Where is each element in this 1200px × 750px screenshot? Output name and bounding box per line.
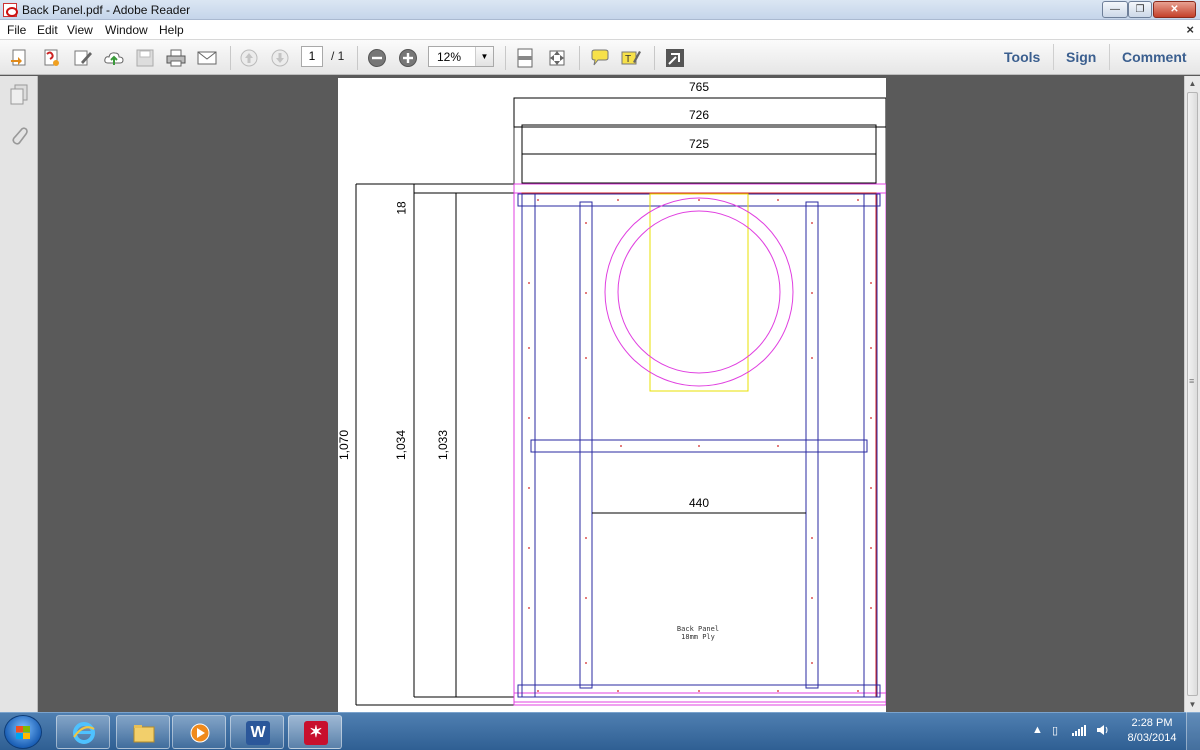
battery-icon[interactable]: ▯: [1052, 724, 1058, 737]
zoom-select[interactable]: 12% ▼: [428, 46, 494, 67]
speaker-guide: [649, 193, 749, 392]
dimension-1034-label: 1,034: [394, 429, 409, 461]
tools-pane-button[interactable]: Tools: [1004, 49, 1040, 65]
clock-time: 2:28 PM: [1131, 717, 1173, 729]
fit-page-icon[interactable]: [514, 47, 536, 69]
left-batten: [579, 201, 593, 689]
drawing-note: Back Panel 18mm Ply: [656, 625, 740, 641]
vertical-scrollbar[interactable]: ▲ ≡ ▼: [1184, 76, 1200, 712]
network-icon[interactable]: [1072, 724, 1086, 739]
dimension-725-box: [521, 153, 877, 184]
maximize-button[interactable]: ❐: [1128, 1, 1152, 18]
drawing-canvas: [355, 97, 886, 706]
taskbar: W ✶: [0, 712, 1200, 750]
dimension-1033-label: 1,033: [436, 429, 451, 461]
note-material: 18mm Ply: [681, 633, 715, 641]
close-button[interactable]: ✕: [1153, 1, 1196, 18]
toolbar-separator: [1053, 44, 1054, 70]
panel-outline: [521, 192, 877, 698]
save-icon[interactable]: [134, 47, 156, 69]
page-total: / 1: [331, 49, 345, 63]
start-button[interactable]: [4, 715, 42, 749]
menu-file[interactable]: File: [7, 23, 26, 37]
sign-pane-button[interactable]: Sign: [1066, 49, 1096, 65]
right-stile: [863, 193, 878, 698]
fit-width-icon[interactable]: [546, 47, 568, 69]
folder-icon: [133, 725, 155, 743]
print-icon[interactable]: [165, 47, 187, 69]
taskbar-file-explorer[interactable]: [116, 715, 170, 749]
speaker-cutout-outer: [604, 197, 794, 387]
menu-view[interactable]: View: [67, 23, 93, 37]
scroll-up-icon[interactable]: ▲: [1185, 76, 1200, 91]
edit-pdf-icon[interactable]: [41, 47, 63, 69]
menu-help[interactable]: Help: [159, 23, 184, 37]
volume-icon[interactable]: [1096, 724, 1110, 739]
close-document-icon[interactable]: ×: [1186, 22, 1194, 37]
left-stile: [521, 193, 536, 698]
create-pdf-icon[interactable]: [9, 47, 31, 69]
dimension-726-label: 726: [689, 108, 710, 122]
word-icon: W: [246, 721, 270, 745]
highlight-text-icon[interactable]: T: [620, 47, 642, 69]
dimension-440-label: 440: [689, 496, 710, 510]
clock-date: 8/03/2014: [1127, 732, 1177, 744]
taskbar-adobe-reader[interactable]: ✶: [288, 715, 342, 749]
page-number-input[interactable]: 1: [301, 46, 323, 67]
comment-pane-button[interactable]: Comment: [1122, 49, 1187, 65]
scroll-grip-icon: ≡: [1189, 376, 1195, 386]
right-batten: [805, 201, 819, 689]
speaker-cutout-inner: [617, 210, 781, 374]
window-title: Back Panel.pdf - Adobe Reader: [22, 3, 191, 17]
dimension-725-label: 725: [689, 137, 710, 151]
toolbar-separator: [357, 46, 358, 70]
sticky-note-icon[interactable]: [589, 47, 611, 69]
toolbar-separator: [579, 46, 580, 70]
media-player-icon: [190, 723, 210, 743]
taskbar-word[interactable]: W: [230, 715, 284, 749]
chevron-down-icon[interactable]: ▼: [475, 47, 493, 66]
minimize-button[interactable]: —: [1102, 1, 1128, 18]
title-bar: Back Panel.pdf - Adobe Reader — ❐ ✕: [0, 0, 1200, 20]
svg-text:T: T: [625, 54, 631, 65]
previous-page-icon[interactable]: [238, 47, 260, 69]
taskbar-internet-explorer[interactable]: [56, 715, 110, 749]
system-clock[interactable]: 2:28 PM 8/03/2014: [1122, 716, 1182, 746]
note-title: Back Panel: [676, 625, 720, 633]
navigation-pane: [0, 76, 38, 712]
toolbar-separator: [230, 46, 231, 70]
internet-explorer-icon: [73, 722, 95, 744]
zoom-out-icon[interactable]: [366, 47, 388, 69]
edit-icon[interactable]: [72, 47, 94, 69]
page-thumbnails-icon[interactable]: [9, 84, 29, 105]
dimension-18-label: 18: [394, 201, 409, 215]
show-hidden-icons[interactable]: ▲: [1032, 724, 1043, 736]
menu-bar: File Edit View Window Help ×: [0, 20, 1200, 40]
attachments-icon[interactable]: [9, 124, 29, 145]
toolbar-separator: [654, 46, 655, 70]
next-page-icon[interactable]: [269, 47, 291, 69]
toolbar-separator: [1109, 44, 1110, 70]
dimension-1070-label: 1,070: [337, 429, 352, 461]
taskbar-media-player[interactable]: [172, 715, 226, 749]
toolbar-separator: [505, 46, 506, 70]
menu-window[interactable]: Window: [105, 23, 148, 37]
menu-edit[interactable]: Edit: [37, 23, 58, 37]
zoom-in-icon[interactable]: [397, 47, 419, 69]
zoom-value[interactable]: 12%: [437, 50, 461, 64]
adobe-reader-icon: ✶: [304, 721, 328, 745]
cloud-upload-icon[interactable]: [103, 47, 125, 69]
dimension-765-label: 765: [689, 80, 710, 94]
full-screen-icon[interactable]: [664, 47, 686, 69]
pdf-page: 765 726 725 440 18 1,070 1,034 1,033 Bac…: [337, 78, 886, 712]
scrollbar-thumb[interactable]: [1187, 92, 1198, 696]
adobe-reader-icon: [3, 3, 18, 17]
show-desktop-button[interactable]: [1186, 712, 1200, 750]
email-icon[interactable]: [196, 47, 218, 69]
scroll-down-icon[interactable]: ▼: [1185, 697, 1200, 712]
